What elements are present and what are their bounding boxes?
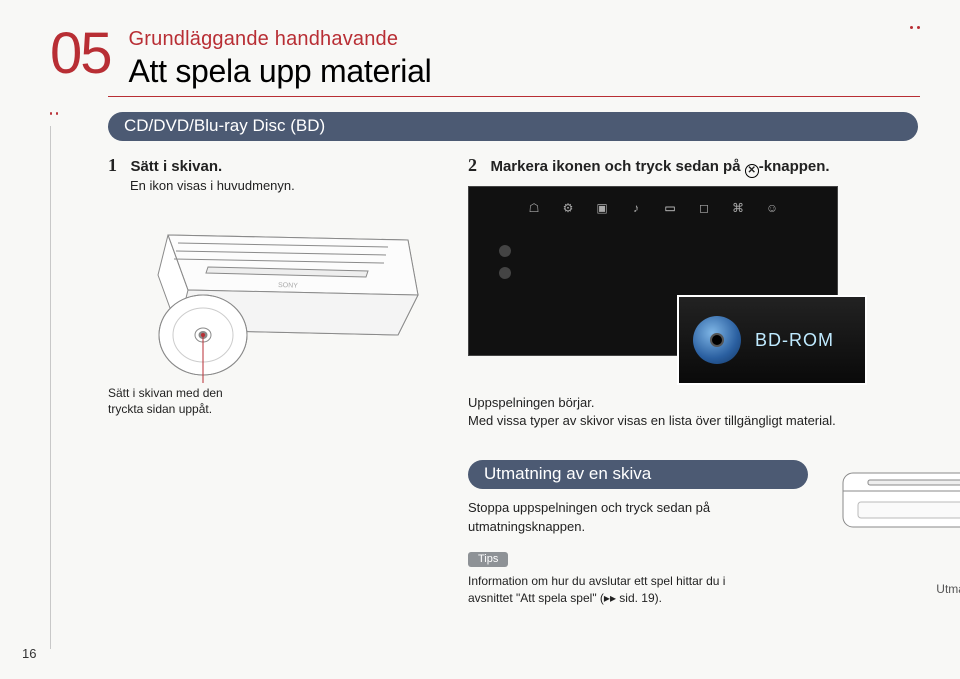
playback-starts-text: Uppspelningen börjar. [468,394,960,412]
eject-section: Utmatning av en skiva Stoppa uppspelning… [468,460,960,606]
playback-info: Uppspelningen börjar. Med vissa typer av… [468,394,960,430]
column-right: 2 Markera ikonen och tryck sedan på ✕-kn… [468,155,960,606]
step-2-number: 2 [468,155,486,176]
console-front-line-art: ⏏ I/◯ [838,468,960,608]
photo-icon: ▣ [595,201,609,215]
step-1-sub: En ikon visas i huvudmenyn. [130,178,428,193]
tips-text-before: Information om hur du avslutar ett spel … [468,574,725,605]
music-icon: ♪ [629,201,643,215]
xmb-item-2 [499,267,511,279]
step-2-text-before: Markera ikonen och tryck sedan på [490,158,744,175]
insert-disc-caption: Sätt i skivan med den tryckta sidan uppå… [108,385,258,417]
network-icon: ⌘ [731,201,745,215]
svg-text:SONY: SONY [278,282,298,290]
tips-badge: Tips [468,552,508,567]
tips-text: Information om hur du avslutar ett spel … [468,573,728,607]
eject-figure-column: ⏏ I/◯ [838,460,960,596]
content-area: CD/DVD/Blu-ray Disc (BD) 1 Sätt i skivan… [108,112,920,606]
disc-icon [499,245,511,257]
game-icon: ◻ [697,201,711,215]
two-column-layout: 1 Sätt i skivan. En ikon visas i huvudme… [108,155,920,606]
page-ref-arrows-icon: ▸▸ [604,591,616,605]
manual-page: 05 Grundläggande handhavande Att spela u… [0,0,960,679]
bdrom-callout: BD-ROM [677,295,867,385]
header-divider [50,96,920,98]
console-line-art: SONY [108,215,428,385]
xmb-item-1 [499,245,511,257]
decorative-dots [910,26,920,29]
xmb-screenshot: ☖ ⚙ ▣ ♪ ▭ ◻ ⌘ ☺ [468,186,838,356]
friends-icon: ☺ [765,201,779,215]
step-2-text: Markera ikonen och tryck sedan på ✕-knap… [490,158,829,175]
figure-console-front: ⏏ I/◯ [838,468,960,578]
section-pill-media: CD/DVD/Blu-ray Disc (BD) [108,112,918,141]
step-1: 1 Sätt i skivan. En ikon visas i huvudme… [108,155,428,193]
chapter-overline: Grundläggande handhavande [129,28,920,51]
x-button-icon: ✕ [745,164,759,178]
left-rail [50,112,58,649]
figure-console-insert-disc: SONY [108,215,428,385]
video-icon: ▭ [663,201,677,215]
playback-note-text: Med vissa typer av skivor visas en lista… [468,412,960,430]
xmb-top-icons: ☖ ⚙ ▣ ♪ ▭ ◻ ⌘ ☺ [527,201,779,215]
blu-ray-disc-icon [693,316,741,364]
step-1-number: 1 [108,155,126,176]
disc-icon [499,267,511,279]
title-block: Grundläggande handhavande Att spela upp … [129,28,920,90]
chapter-number: 05 [50,28,111,80]
settings-icon: ⚙ [561,201,575,215]
tips-text-after: sid. 19). [616,591,662,605]
step-2-text-after: -knappen. [759,158,830,175]
eject-body: Stoppa uppspelningen och tryck sedan på … [468,499,808,535]
step-2: 2 Markera ikonen och tryck sedan på ✕-kn… [468,155,960,178]
step-1-text: Sätt i skivan. [130,158,222,175]
chapter-title: Att spela upp material [129,53,920,90]
bdrom-label: BD-ROM [755,330,834,351]
section-pill-eject: Utmatning av en skiva [468,460,808,489]
page-number: 16 [22,646,36,661]
users-icon: ☖ [527,201,541,215]
page-header: 05 Grundläggande handhavande Att spela u… [50,28,920,90]
eject-text-column: Utmatning av en skiva Stoppa uppspelning… [468,460,808,606]
column-left: 1 Sätt i skivan. En ikon visas i huvudme… [108,155,428,606]
